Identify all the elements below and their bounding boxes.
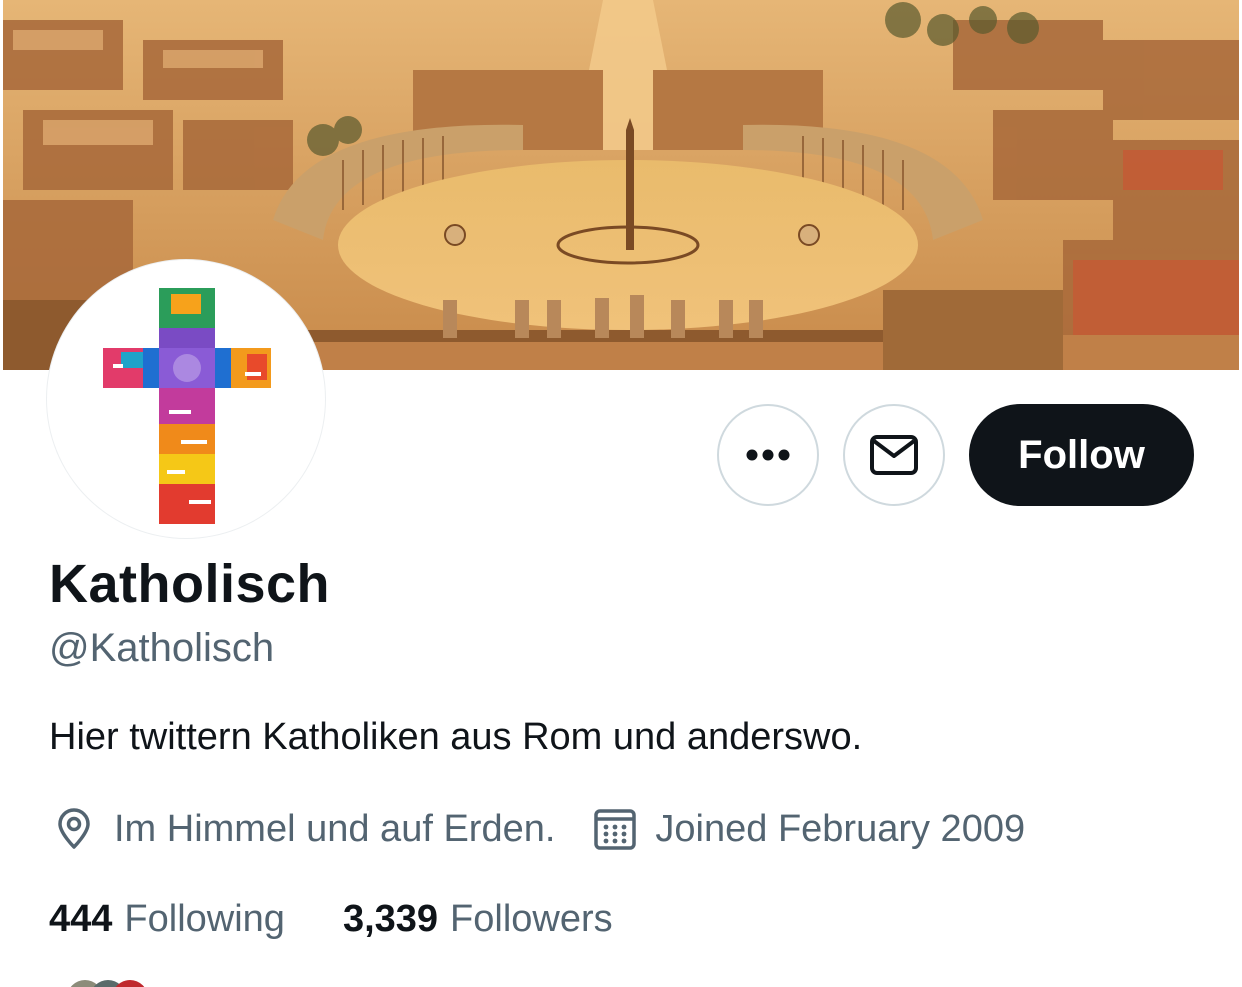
- profile-avatar[interactable]: [47, 260, 325, 538]
- location-text: Im Himmel und auf Erden.: [114, 807, 556, 850]
- profile-page: Follow Katholisch @Katholisch Hier twitt…: [0, 0, 1242, 987]
- followers-count: 3,339: [342, 897, 439, 940]
- location-pin-icon: [58, 808, 90, 849]
- envelope-icon: [870, 435, 918, 475]
- followers-link[interactable]: 3,339 Followers: [343, 898, 613, 941]
- joined-item: Joined February 2009: [593, 807, 1025, 851]
- message-button[interactable]: [843, 404, 945, 506]
- profile-bio: Hier twittern Katholiken aus Rom und and…: [49, 716, 863, 758]
- more-horizontal-icon: [746, 449, 790, 461]
- following-label: Following: [124, 897, 285, 940]
- followed-by-avatars[interactable]: [60, 978, 150, 987]
- profile-name: Katholisch: [49, 554, 331, 614]
- following-count: 444: [49, 897, 113, 940]
- calendar-icon: [594, 809, 637, 850]
- profile-handle: @Katholisch: [49, 626, 275, 670]
- location-item: Im Himmel und auf Erden.: [52, 807, 555, 851]
- joined-text: Joined February 2009: [655, 807, 1026, 850]
- follow-button[interactable]: Follow: [969, 404, 1194, 506]
- following-link[interactable]: 444 Following: [49, 898, 285, 941]
- profile-stats: 444 Following 3,339 Followers: [49, 894, 613, 944]
- cross-logo-icon: [51, 264, 321, 534]
- followers-label: Followers: [450, 897, 613, 940]
- profile-meta: Im Himmel und auf Erden. Joined February…: [52, 804, 1025, 854]
- more-options-button[interactable]: [717, 404, 819, 506]
